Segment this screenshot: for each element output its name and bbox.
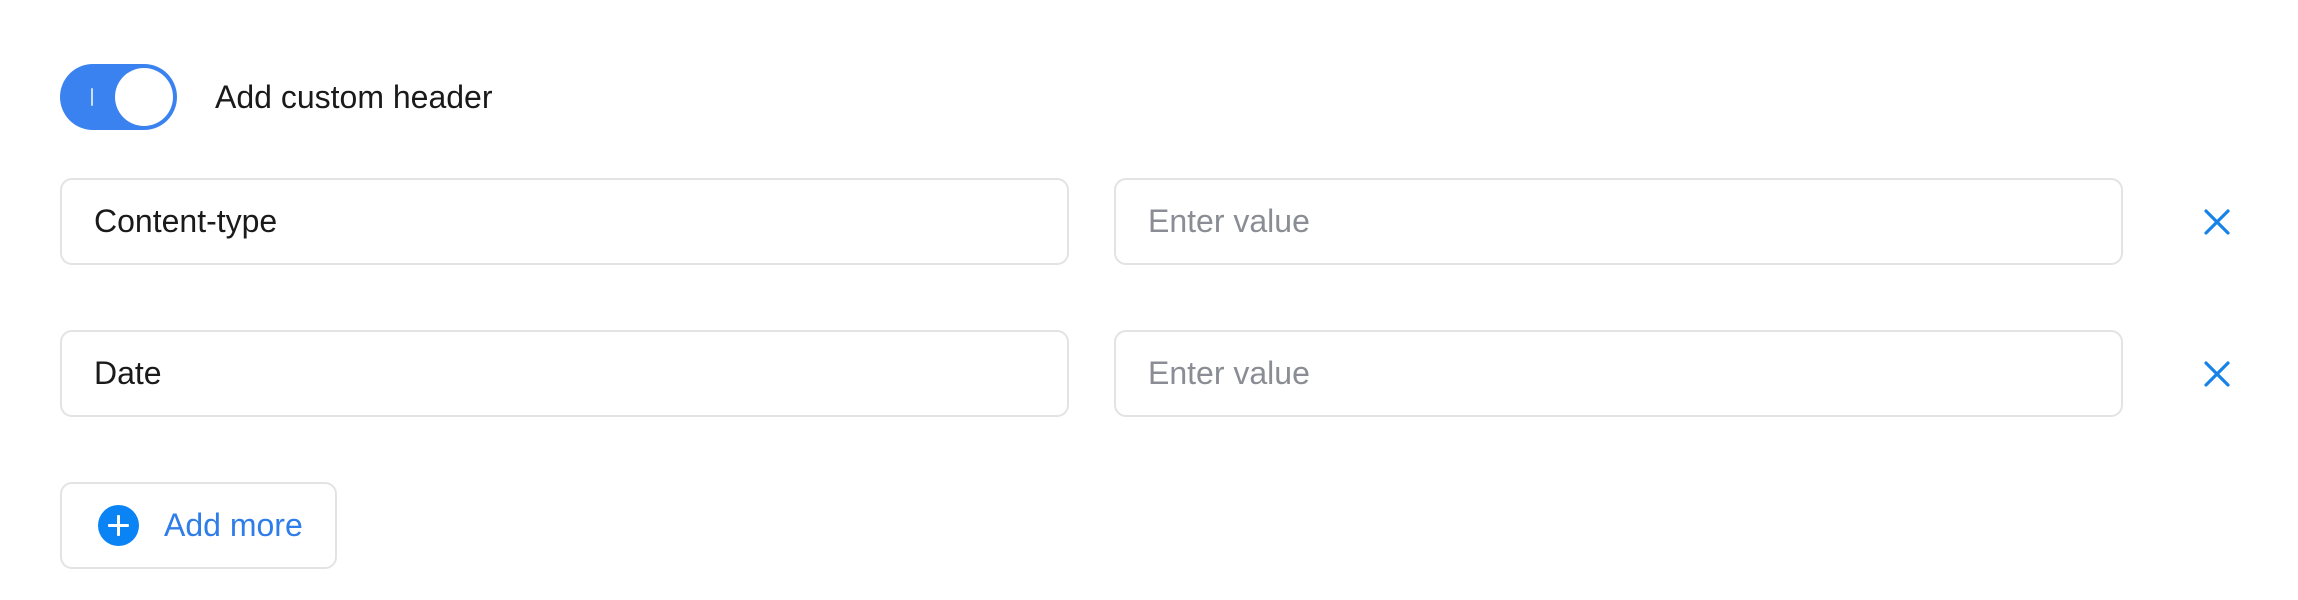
header-name-input[interactable] [60,330,1069,417]
custom-header-toggle-row: Add custom header [60,64,493,130]
add-more-label: Add more [164,507,303,543]
header-value-input[interactable] [1114,178,2123,265]
remove-row-button[interactable] [2197,202,2237,242]
close-icon [2204,361,2230,387]
close-icon [2204,209,2230,235]
toggle-on-indicator [91,88,93,106]
custom-header-toggle[interactable] [60,64,177,130]
toggle-knob [115,68,173,126]
toggle-label: Add custom header [215,78,493,115]
header-value-input[interactable] [1114,330,2123,417]
header-name-input[interactable] [60,178,1069,265]
plus-circle-icon [98,505,139,546]
add-more-button[interactable]: Add more [60,482,337,569]
remove-row-button[interactable] [2197,354,2237,394]
